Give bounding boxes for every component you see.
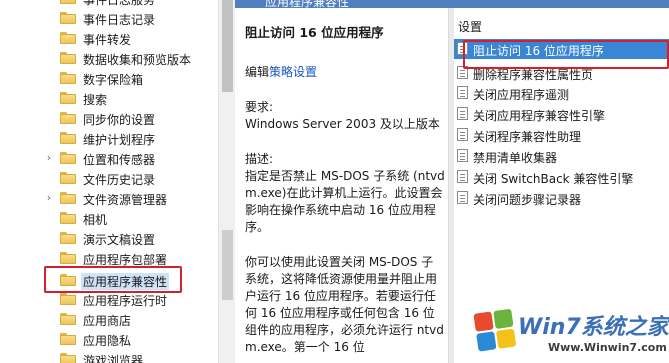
policy-title: 阻止访问 16 位应用程序 <box>245 25 384 40</box>
policy-setting-icon <box>457 86 468 99</box>
tree-item-label: 文件历史记录 <box>83 173 156 187</box>
requirements-label: 要求: <box>245 100 274 114</box>
tree-item-label: 同步你的设置 <box>83 113 156 127</box>
folder-icon <box>60 0 76 4</box>
tree-item-label: 应用程序运行时 <box>83 294 168 308</box>
tree-item-label: 搜索 <box>83 93 108 107</box>
tree-item-label: 数字保险箱 <box>83 73 144 87</box>
policy-setting-icon <box>457 107 468 120</box>
tree-item-location-sensors[interactable]: › 位置和传感器 <box>0 148 218 169</box>
policy-tree: 事件日志服务 事件日志记录 事件转发 数据收集和预览版本 数字保险箱 搜索 同步… <box>0 0 218 363</box>
folder-icon <box>60 32 76 44</box>
folder-icon <box>60 313 76 325</box>
folder-icon <box>60 192 76 204</box>
highlight-box <box>463 40 669 69</box>
tree-item-label: 应用商店 <box>83 314 132 328</box>
tree-item-file-history[interactable]: 文件历史记录 <box>0 168 218 189</box>
tree-item-app-privacy[interactable]: 应用隐私 <box>0 329 218 350</box>
folder-icon <box>60 92 76 104</box>
tree-item-label: 位置和传感器 <box>83 153 156 167</box>
folder-icon <box>60 132 76 144</box>
chevron-right-icon[interactable]: › <box>44 192 54 204</box>
folder-icon <box>60 152 76 164</box>
setting-item[interactable]: 关闭 SwitchBack 兼容性引擎 <box>454 167 669 187</box>
folder-icon <box>60 72 76 84</box>
edit-prefix: 编辑 <box>245 65 270 79</box>
folder-icon <box>60 112 76 124</box>
category-tab-bar: 应用程序兼容性 <box>235 0 669 9</box>
setting-item[interactable]: 关闭应用程序遥测 <box>454 83 669 103</box>
tree-item-label: 文件资源管理器 <box>83 193 168 207</box>
setting-label: 关闭应用程序兼容性引擎 <box>473 109 606 123</box>
tree-item-event-logging[interactable]: 事件日志记录 <box>0 8 218 29</box>
requirements-text: Windows Server 2003 及以上版本 <box>245 117 440 131</box>
settings-column-header[interactable]: 设置 <box>458 18 482 35</box>
policy-setting-icon <box>457 149 468 162</box>
tree-item-label: 维护计划程序 <box>83 133 156 147</box>
tree-item-label: 数据收集和预览版本 <box>83 53 192 67</box>
scrollbar-thumb[interactable] <box>222 0 233 92</box>
policy-setting-icon <box>457 170 468 183</box>
tree-item-presentation-settings[interactable]: 演示文稿设置 <box>0 228 218 249</box>
folder-icon <box>60 52 76 64</box>
tree-scrollbar[interactable] <box>218 0 235 363</box>
scrollbar-track-segment <box>222 230 233 300</box>
tree-item-camera[interactable]: 相机 <box>0 208 218 229</box>
tree-item-search[interactable]: 搜索 <box>0 88 218 109</box>
tree-item-label: 游戏浏览器 <box>83 354 144 363</box>
folder-icon <box>60 333 76 345</box>
setting-item[interactable]: 禁用清单收集器 <box>454 146 669 166</box>
folder-icon <box>60 252 76 264</box>
tree-item-file-explorer[interactable]: › 文件资源管理器 <box>0 188 218 209</box>
tree-item-data-collection[interactable]: 数据收集和预览版本 <box>0 48 218 69</box>
folder-icon <box>60 212 76 224</box>
windows-logo-icon <box>473 308 518 353</box>
setting-item[interactable]: 关闭问题步骤记录器 <box>454 188 669 208</box>
site-watermark: Win7系统之家 Www.Winwin7.com <box>470 307 669 363</box>
setting-item[interactable]: 关闭程序兼容性助理 <box>454 125 669 145</box>
chevron-right-icon[interactable]: › <box>44 152 54 164</box>
highlight-box <box>44 266 182 293</box>
tree-item-game-explorer[interactable]: 游戏浏览器 <box>0 349 218 363</box>
description-paragraph-2: 你可以使用此设置关闭 MS-DOS 子系统，这将降低资源使用量并阻止用户运行 1… <box>245 255 444 354</box>
tree-item-digital-locker[interactable]: 数字保险箱 <box>0 68 218 89</box>
watermark-url: Www.Winwin7.com <box>548 341 667 354</box>
edit-policy-link[interactable]: 策略设置 <box>269 65 317 79</box>
watermark-brand: Win7系统之家 <box>518 315 669 340</box>
folder-icon <box>60 293 76 305</box>
policy-setting-icon <box>457 191 468 204</box>
tree-item-label: 应用隐私 <box>83 334 132 348</box>
setting-label: 关闭 SwitchBack 兼容性引擎 <box>473 172 634 186</box>
folder-icon <box>60 172 76 184</box>
folder-icon <box>60 232 76 244</box>
setting-label: 禁用清单收集器 <box>473 151 558 165</box>
tree-item-label: 事件转发 <box>83 33 132 47</box>
setting-item[interactable]: 关闭应用程序兼容性引擎 <box>454 104 669 124</box>
tree-item-event-forwarding[interactable]: 事件转发 <box>0 28 218 49</box>
folder-icon <box>60 12 76 24</box>
tree-item-label: 演示文稿设置 <box>83 233 156 247</box>
policy-description-pane: 阻止访问 16 位应用程序 编辑策略设置 要求: Windows Server … <box>235 8 448 363</box>
description-label: 描述: <box>245 152 274 166</box>
tree-item-maintenance-scheduler[interactable]: 维护计划程序 <box>0 128 218 149</box>
description-text: 指定是否禁止 MS-DOS 子系统 (ntvdm.exe)在此计算机上运行。此设… <box>245 169 445 234</box>
tree-item-label: 事件日志记录 <box>83 13 156 27</box>
setting-label: 关闭程序兼容性助理 <box>473 130 582 144</box>
tree-item-sync-settings[interactable]: 同步你的设置 <box>0 108 218 129</box>
setting-label: 关闭应用程序遥测 <box>473 88 570 102</box>
tree-item-app-store[interactable]: 应用商店 <box>0 309 218 330</box>
tree-item-label: 相机 <box>83 213 108 227</box>
tree-item-label: 事件日志服务 <box>83 0 156 7</box>
edit-line: 编辑策略设置 <box>245 64 445 81</box>
policy-setting-icon <box>457 128 468 141</box>
setting-label: 关闭问题步骤记录器 <box>473 193 582 207</box>
folder-icon <box>60 353 76 363</box>
